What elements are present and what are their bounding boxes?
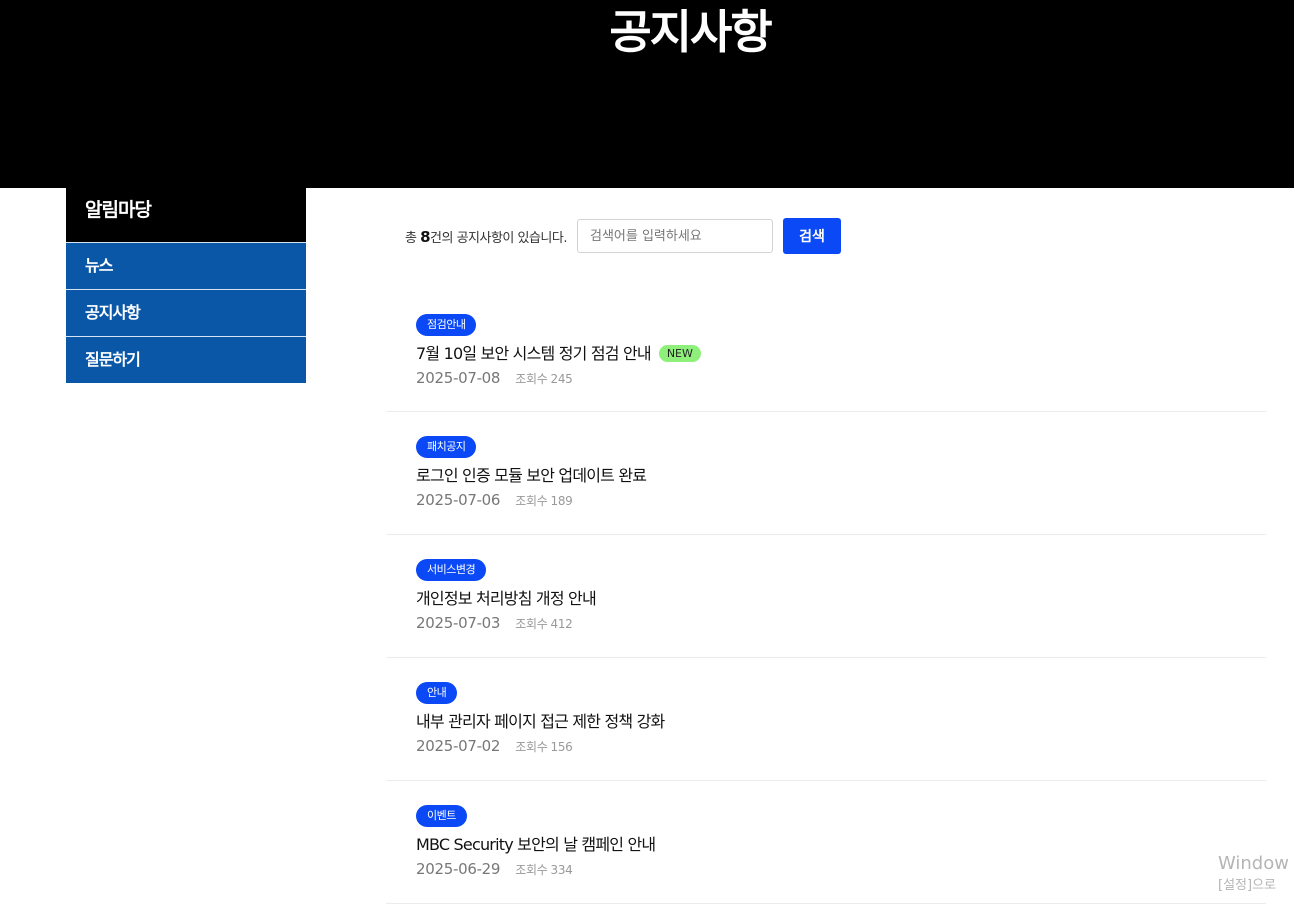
view-count: 조회수 412 [515, 617, 573, 631]
post-count-text: 총 8건의 공지사항이 있습니다. [405, 227, 567, 246]
search-button[interactable]: 검색 [783, 218, 841, 254]
sidebar-item-notice[interactable]: 공지사항 [66, 289, 306, 336]
view-count: 조회수 245 [515, 372, 573, 386]
post-date: 2025-07-08 [416, 369, 501, 387]
list-item[interactable]: 이벤트 MBC Security 보안의 날 캠페인 안내 2025-06-29… [386, 781, 1266, 904]
list-item[interactable]: 서비스변경 개인정보 처리방침 개정 안내 2025-07-03 조회수 412 [386, 535, 1266, 658]
page-hero: 공지사항 [0, 0, 1294, 188]
view-count: 조회수 156 [515, 740, 573, 754]
page-title: 공지사항 [609, 5, 772, 59]
post-title-link[interactable]: 로그인 인증 모듈 보안 업데이트 완료 [416, 464, 647, 488]
sidebar-item-question[interactable]: 질문하기 [66, 336, 306, 383]
list-item[interactable]: 패치공지 로그인 인증 모듈 보안 업데이트 완료 2025-07-06 조회수… [386, 412, 1266, 535]
category-tag: 안내 [416, 682, 458, 704]
list-toolbar: 총 8건의 공지사항이 있습니다. 검색 [405, 218, 841, 254]
category-tag: 패치공지 [416, 436, 477, 458]
post-title-link[interactable]: 내부 관리자 페이지 접근 제한 정책 강화 [416, 710, 665, 734]
view-count: 조회수 334 [515, 863, 573, 877]
post-meta: 2025-06-29 조회수 334 [416, 859, 573, 878]
post-meta: 2025-07-02 조회수 156 [416, 736, 573, 755]
list-item[interactable]: 안내 내부 관리자 페이지 접근 제한 정책 강화 2025-07-02 조회수… [386, 658, 1266, 781]
post-title-link[interactable]: MBC Security 보안의 날 캠페인 안내 [416, 833, 656, 857]
post-title-link[interactable]: 개인정보 처리방침 개정 안내 [416, 587, 597, 611]
category-tag: 이벤트 [416, 805, 467, 827]
post-title-link[interactable]: 7월 10일 보안 시스템 정기 점검 안내 NEW [416, 342, 701, 366]
post-meta: 2025-07-08 조회수 245 [416, 368, 573, 387]
notice-list: 점검안내 7월 10일 보안 시스템 정기 점검 안내 NEW 2025-07-0… [386, 290, 1266, 904]
windows-activation-watermark: Window [설정]으로 [1218, 853, 1289, 893]
category-tag: 서비스변경 [416, 559, 487, 581]
post-meta: 2025-07-03 조회수 412 [416, 613, 573, 632]
post-date: 2025-07-02 [416, 737, 501, 755]
post-count: 8 [420, 227, 431, 246]
category-tag: 점검안내 [416, 314, 477, 336]
post-date: 2025-07-03 [416, 614, 501, 632]
list-item[interactable]: 점검안내 7월 10일 보안 시스템 정기 점검 안내 NEW 2025-07-0… [386, 290, 1266, 412]
sidebar: 알림마당 뉴스 공지사항 질문하기 [66, 188, 306, 383]
post-date: 2025-06-29 [416, 860, 501, 878]
post-date: 2025-07-06 [416, 491, 501, 509]
view-count: 조회수 189 [515, 494, 573, 508]
sidebar-item-news[interactable]: 뉴스 [66, 242, 306, 289]
search-input[interactable] [577, 219, 773, 253]
post-meta: 2025-07-06 조회수 189 [416, 490, 573, 509]
sidebar-title: 알림마당 [66, 188, 306, 242]
new-badge: NEW [658, 345, 701, 362]
